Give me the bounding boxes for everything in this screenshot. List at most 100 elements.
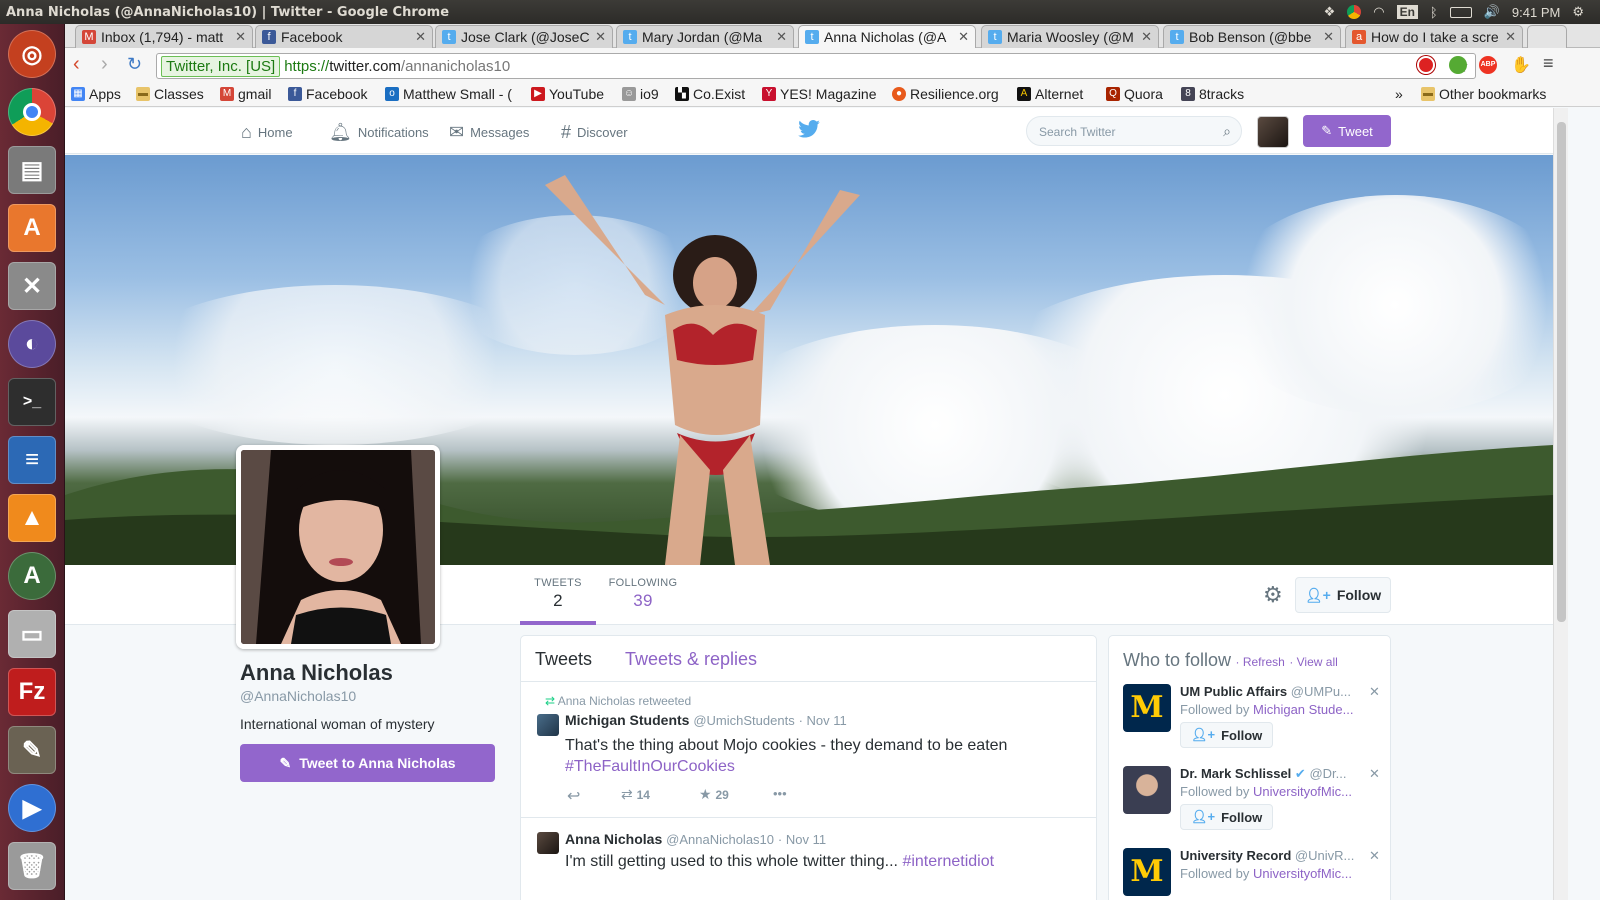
update-manager-icon[interactable]: A bbox=[8, 552, 56, 600]
disk-icon[interactable]: ▭ bbox=[8, 610, 56, 658]
tweets-count-tab[interactable]: TWEETS 2 bbox=[520, 577, 596, 625]
back-icon[interactable]: ‹ bbox=[73, 53, 80, 76]
dismiss-icon[interactable]: ✕ bbox=[1369, 848, 1380, 864]
forward-icon[interactable]: › bbox=[101, 53, 108, 76]
tab-jose-clark[interactable]: t Jose Clark (@JoseC ✕ bbox=[435, 25, 613, 48]
close-tab-icon[interactable]: ✕ bbox=[595, 29, 606, 45]
retweet-action[interactable]: ⇄ 14 bbox=[621, 786, 650, 803]
tweet-author-handle[interactable]: @AnnaNicholas10 bbox=[666, 832, 774, 847]
volume-icon[interactable]: 🔊 bbox=[1484, 4, 1500, 20]
trash-icon[interactable]: 🗑 bbox=[8, 842, 56, 890]
close-tab-icon[interactable]: ✕ bbox=[776, 29, 787, 45]
power-icon[interactable]: ⚙ bbox=[1572, 4, 1584, 20]
um-record-logo-avatar[interactable]: M bbox=[1123, 848, 1171, 896]
clock[interactable]: 9:41 PM bbox=[1512, 5, 1560, 20]
gimp-icon[interactable]: ✎ bbox=[8, 726, 56, 774]
suggestion-name[interactable]: Dr. Mark Schlissel bbox=[1180, 766, 1291, 781]
bookmark-quora[interactable]: Q Quora bbox=[1106, 86, 1163, 102]
tweet-compose-button[interactable]: ✎ Tweet bbox=[1303, 115, 1391, 147]
close-tab-icon[interactable]: ✕ bbox=[1323, 29, 1334, 45]
bookmark-classes[interactable]: ▬ Classes bbox=[136, 86, 204, 102]
bookmark-8tracks[interactable]: 8 8tracks bbox=[1181, 86, 1244, 102]
suggestion-follow-button[interactable]: 👤︎+ Follow bbox=[1180, 804, 1274, 830]
tweet-item[interactable]: ⇄ Anna Nicholas retweeted Michigan Stude… bbox=[521, 682, 1096, 818]
bookmark-yes-magazine[interactable]: Y YES! Magazine bbox=[762, 86, 877, 102]
chrome-menu-icon[interactable]: ≡ bbox=[1543, 53, 1554, 74]
bookmark-resilience[interactable]: ● Resilience.org bbox=[892, 86, 999, 102]
tab-gmail[interactable]: M Inbox (1,794) - matt ✕ bbox=[75, 25, 253, 48]
nav-discover[interactable]: # Discover bbox=[561, 122, 628, 143]
profile-handle[interactable]: @AnnaNicholas10 bbox=[240, 688, 500, 704]
filezilla-icon[interactable]: Fz bbox=[8, 668, 56, 716]
battery-icon[interactable] bbox=[1449, 6, 1472, 18]
extension-hand-icon[interactable]: ✋ bbox=[1511, 55, 1531, 75]
suggestion-name[interactable]: UM Public Affairs bbox=[1180, 684, 1287, 699]
system-settings-icon[interactable]: ✕ bbox=[8, 262, 56, 310]
dismiss-icon[interactable]: ✕ bbox=[1369, 684, 1380, 700]
tweet-author-name[interactable]: Michigan Students bbox=[565, 712, 689, 728]
suggestion-name[interactable]: University Record bbox=[1180, 848, 1291, 863]
tweet-timestamp[interactable]: · Nov 11 bbox=[799, 713, 847, 728]
vlc-icon[interactable]: ▲ bbox=[8, 494, 56, 542]
search-input[interactable]: Search Twitter ⌕ bbox=[1026, 116, 1242, 146]
bookmarks-overflow-icon[interactable]: » bbox=[1395, 86, 1403, 102]
tab-facebook[interactable]: f Facebook ✕ bbox=[255, 25, 433, 48]
close-tab-icon[interactable]: ✕ bbox=[958, 29, 969, 45]
tweet-author-avatar[interactable] bbox=[537, 714, 559, 736]
tweet-to-button[interactable]: ✎ Tweet to Anna Nicholas bbox=[240, 744, 495, 782]
ubuntu-logo-icon[interactable]: ◎ bbox=[8, 30, 56, 78]
tab-tweets[interactable]: Tweets bbox=[535, 649, 592, 670]
gear-icon[interactable]: ⚙ bbox=[1263, 582, 1283, 608]
tweet-timestamp[interactable]: · Nov 11 bbox=[778, 832, 826, 847]
files-icon[interactable]: ▤ bbox=[8, 146, 56, 194]
tweet-author-name[interactable]: Anna Nicholas bbox=[565, 831, 662, 847]
account-avatar[interactable] bbox=[1257, 116, 1289, 148]
bookmark-coexist[interactable]: ▚ Co.Exist bbox=[675, 86, 745, 102]
suggestion-avatar[interactable] bbox=[1123, 766, 1171, 814]
extension-red-icon[interactable] bbox=[1417, 56, 1435, 74]
keyboard-layout-indicator[interactable]: En bbox=[1396, 5, 1418, 19]
chrome-launcher-icon[interactable] bbox=[8, 88, 56, 136]
scrollbar-thumb[interactable] bbox=[1557, 122, 1566, 622]
bookmark-apps[interactable]: ▦ Apps bbox=[71, 86, 121, 102]
page-scrollbar[interactable] bbox=[1553, 108, 1568, 900]
reload-icon[interactable]: ↻ bbox=[127, 54, 142, 75]
ev-certificate-badge[interactable]: Twitter, Inc. [US] bbox=[161, 55, 281, 77]
adblock-icon[interactable]: ABP bbox=[1479, 56, 1497, 74]
software-center-icon[interactable]: A bbox=[8, 204, 56, 252]
favorite-action[interactable]: ★ 29 bbox=[699, 786, 729, 803]
wifi-icon[interactable]: ◠ bbox=[1373, 4, 1384, 20]
bookmark-other[interactable]: ▬ Other bookmarks bbox=[1421, 86, 1546, 102]
tab-maria-woosley[interactable]: t Maria Woosley (@M ✕ bbox=[981, 25, 1159, 48]
tab-tweets-replies[interactable]: Tweets & replies bbox=[625, 649, 757, 670]
nav-home[interactable]: ⌂ Home bbox=[241, 122, 293, 143]
tab-anna-nicholas[interactable]: t Anna Nicholas (@A ✕ bbox=[798, 25, 976, 48]
profile-avatar[interactable] bbox=[236, 445, 440, 649]
bluetooth-icon[interactable]: ᛒ bbox=[1430, 5, 1438, 20]
tweet-author-handle[interactable]: @UmichStudents bbox=[693, 713, 794, 728]
extension-green-icon[interactable] bbox=[1449, 56, 1467, 74]
writer-icon[interactable]: ≡ bbox=[8, 436, 56, 484]
um-logo-avatar[interactable]: M bbox=[1123, 684, 1171, 732]
bookmark-gmail[interactable]: Mgmail bbox=[220, 86, 271, 102]
dismiss-icon[interactable]: ✕ bbox=[1369, 766, 1380, 782]
more-options-icon[interactable]: ••• bbox=[773, 786, 787, 801]
reply-icon[interactable]: ↩ bbox=[567, 786, 580, 806]
nav-messages[interactable]: ✉ Messages bbox=[449, 122, 529, 143]
hashtag-link[interactable]: #internetidiot bbox=[902, 853, 994, 870]
bookmark-matthew-small[interactable]: o Matthew Small - ( bbox=[385, 86, 512, 102]
bookmark-io9[interactable]: ☺ io9 bbox=[622, 86, 659, 102]
address-bar[interactable]: Twitter, Inc. [US] https://twitter.com/a… bbox=[156, 53, 1476, 79]
close-tab-icon[interactable]: ✕ bbox=[415, 29, 426, 45]
suggestion-follow-button[interactable]: 👤︎+ Follow bbox=[1180, 722, 1274, 748]
close-tab-icon[interactable]: ✕ bbox=[1505, 29, 1516, 45]
follow-button[interactable]: 👤︎+ Follow bbox=[1295, 577, 1391, 613]
chrome-icon[interactable] bbox=[1347, 5, 1362, 19]
bookmark-facebook[interactable]: f Facebook bbox=[288, 86, 367, 102]
tweet-author-avatar[interactable] bbox=[537, 832, 559, 854]
twitter-bird-icon[interactable] bbox=[798, 120, 820, 138]
tab-ask[interactable]: a How do I take a scre ✕ bbox=[1345, 25, 1523, 48]
eclipse-icon[interactable]: ◐ bbox=[8, 320, 56, 368]
bookmark-alternet[interactable]: A Alternet bbox=[1017, 86, 1083, 102]
bookmark-youtube[interactable]: ▶ YouTube bbox=[531, 86, 604, 102]
